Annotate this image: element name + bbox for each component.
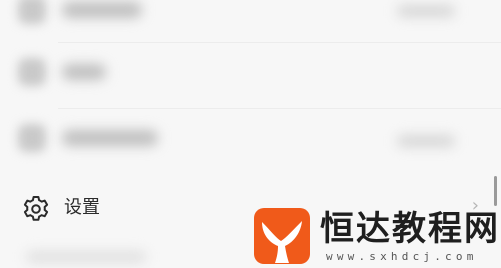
- blurred-value: [397, 5, 455, 17]
- blurred-value: [397, 135, 455, 147]
- blurred-icon: [18, 0, 46, 24]
- blurred-bottom-item: [26, 251, 146, 263]
- settings-label: 设置: [64, 197, 100, 218]
- whale-tail-logo: [254, 208, 310, 264]
- whale-tail-icon: [262, 221, 302, 263]
- blurred-list-item-3[interactable]: [0, 108, 501, 170]
- blurred-list-item-1[interactable]: [0, 0, 501, 40]
- blurred-label: [62, 64, 106, 80]
- gear-icon: [23, 196, 49, 221]
- blurred-icon: [18, 58, 46, 86]
- blurred-label: [62, 2, 142, 18]
- watermark-url: www.sxhdcj.com: [326, 250, 478, 263]
- watermark-title: 恒达教程网: [320, 209, 500, 249]
- blurred-list-item-2[interactable]: [0, 42, 501, 104]
- scrollbar[interactable]: [494, 176, 497, 206]
- blurred-icon: [18, 124, 46, 152]
- blurred-label: [62, 130, 158, 146]
- watermark: 恒达教程网 www.sxhdcj.com: [250, 206, 501, 268]
